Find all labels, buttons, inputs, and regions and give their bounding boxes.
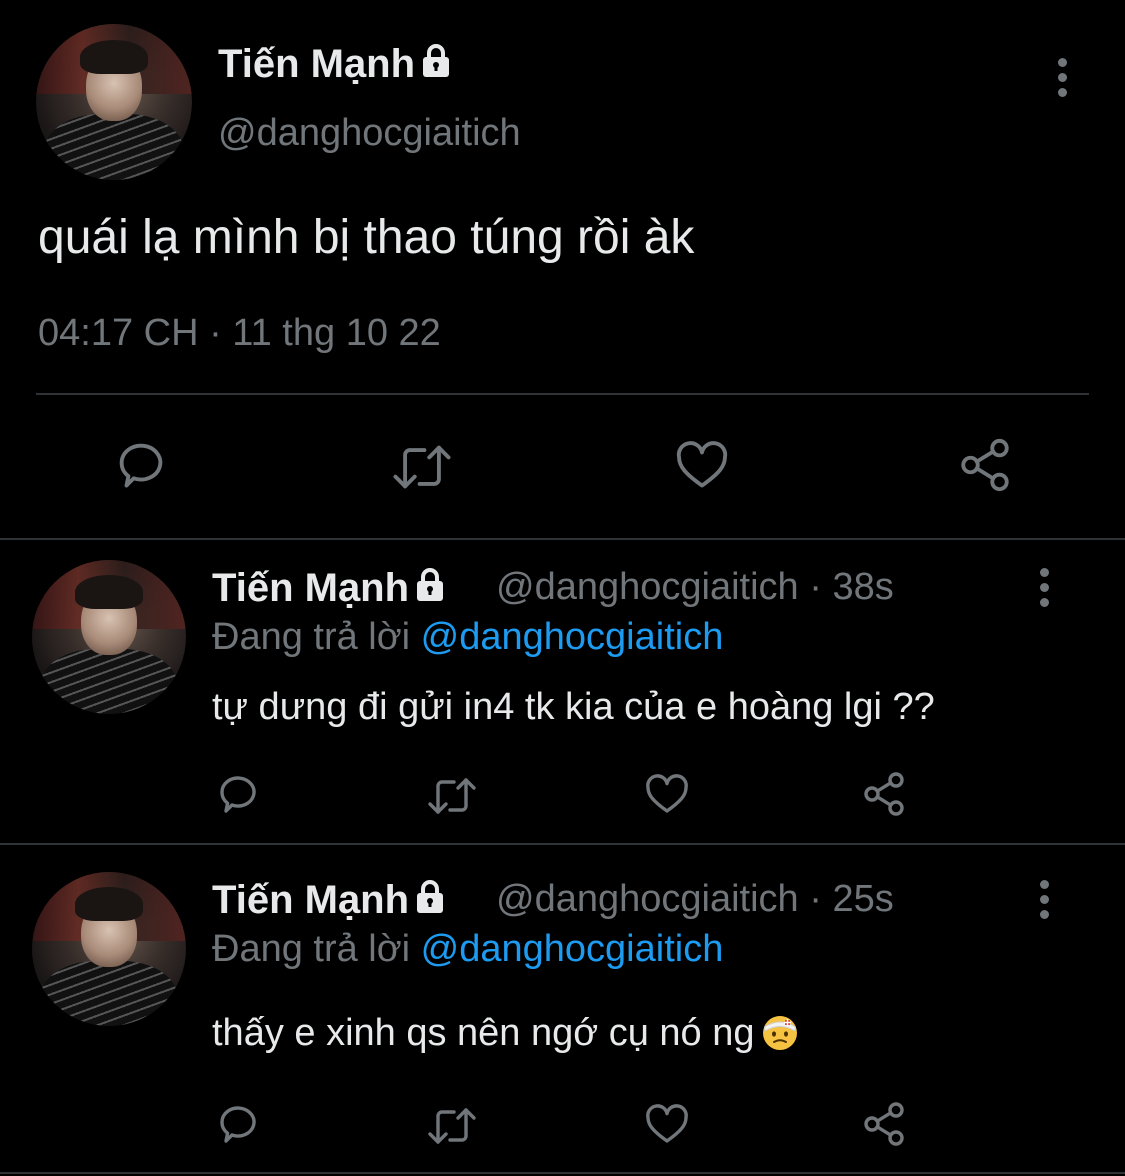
heart-icon bbox=[646, 1104, 688, 1143]
author-handle[interactable]: @danghocgiaitich · 38s bbox=[496, 566, 894, 609]
like-button[interactable] bbox=[642, 1100, 692, 1148]
author-name[interactable]: Tiến Mạnh bbox=[218, 42, 451, 87]
more-vertical-icon[interactable] bbox=[1056, 58, 1068, 103]
replying-to-mention[interactable]: @danghocgiaitich bbox=[421, 928, 724, 970]
reply-button[interactable] bbox=[112, 436, 170, 494]
author-name[interactable]: Tiến Mạnh bbox=[212, 566, 445, 611]
lock-icon bbox=[423, 44, 450, 77]
avatar[interactable] bbox=[32, 872, 186, 1026]
divider bbox=[0, 843, 1125, 845]
more-vertical-icon[interactable] bbox=[1038, 568, 1050, 613]
author-name[interactable]: Tiến Mạnh bbox=[212, 878, 445, 923]
share-button[interactable] bbox=[860, 770, 908, 818]
reply-button[interactable] bbox=[214, 770, 262, 818]
reply-button[interactable] bbox=[214, 1100, 262, 1148]
tweet-timestamp[interactable]: 04:17 CH · 11 thg 10 22 bbox=[38, 312, 441, 355]
reply-icon bbox=[220, 1106, 256, 1143]
share-icon bbox=[864, 1102, 904, 1146]
replying-to-mention[interactable]: @danghocgiaitich bbox=[421, 616, 724, 658]
share-icon bbox=[961, 438, 1009, 492]
reply-icon bbox=[119, 443, 163, 488]
replying-to: Đang trả lời @danghocgiaitich bbox=[212, 616, 723, 659]
author-handle[interactable]: @danghocgiaitich bbox=[218, 112, 521, 155]
tweet-text: quái lạ mình bị thao túng rồi àk bbox=[38, 211, 695, 264]
author-name-text: Tiến Mạnh bbox=[212, 566, 410, 610]
avatar[interactable] bbox=[32, 560, 186, 714]
divider bbox=[0, 538, 1125, 540]
reply-time: · 38s bbox=[809, 566, 894, 608]
lock-icon bbox=[417, 568, 444, 601]
tweet-text: tự dưng đi gửi in4 tk kia của e hoàng lg… bbox=[212, 686, 935, 728]
tweet-text-content: thấy e xinh qs nên ngớ cụ nó ng bbox=[212, 1012, 755, 1054]
replying-to: Đang trả lời @danghocgiaitich bbox=[212, 928, 723, 971]
more-vertical-icon[interactable] bbox=[1038, 880, 1050, 925]
replying-label: Đang trả lời bbox=[212, 928, 411, 970]
share-button[interactable] bbox=[860, 1100, 908, 1148]
face-with-head-bandage-icon bbox=[762, 1016, 797, 1050]
author-handle[interactable]: @danghocgiaitich · 25s bbox=[496, 878, 894, 921]
reply-icon bbox=[220, 776, 256, 813]
reply-time: · 25s bbox=[809, 878, 894, 920]
author-name-text: Tiến Mạnh bbox=[218, 42, 416, 86]
avatar[interactable] bbox=[36, 24, 192, 180]
retweet-button[interactable] bbox=[424, 772, 480, 820]
heart-icon bbox=[676, 441, 728, 488]
share-button[interactable] bbox=[956, 436, 1014, 494]
author-name-text: Tiến Mạnh bbox=[212, 878, 410, 922]
like-button[interactable] bbox=[642, 770, 692, 818]
like-button[interactable] bbox=[672, 436, 732, 494]
retweet-icon bbox=[393, 445, 451, 489]
divider bbox=[36, 393, 1089, 395]
replying-label: Đang trả lời bbox=[212, 616, 411, 658]
handle-text: @danghocgiaitich bbox=[496, 878, 799, 920]
retweet-icon bbox=[428, 778, 476, 814]
handle-text: @danghocgiaitich bbox=[496, 566, 799, 608]
retweet-button[interactable] bbox=[424, 1102, 480, 1150]
tweet-text: thấy e xinh qs nên ngớ cụ nó ng bbox=[212, 1012, 799, 1055]
heart-icon bbox=[646, 774, 688, 813]
retweet-button[interactable] bbox=[388, 438, 456, 496]
divider bbox=[0, 1172, 1125, 1174]
share-icon bbox=[864, 772, 904, 816]
lock-icon bbox=[417, 880, 444, 913]
retweet-icon bbox=[428, 1108, 476, 1144]
